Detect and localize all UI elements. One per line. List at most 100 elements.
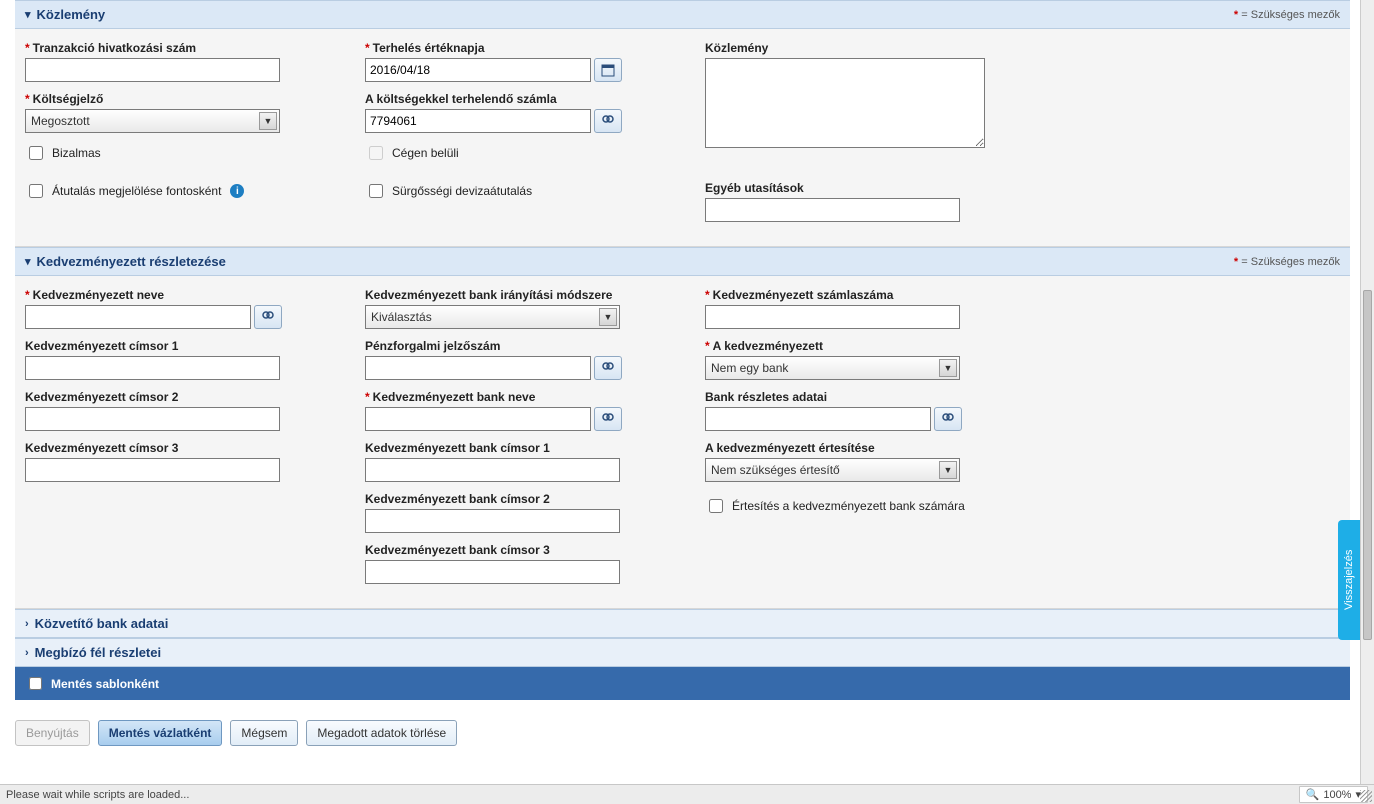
chevron-down-icon: ▼ (939, 359, 957, 377)
atutalas-fontos-row: Átutalás megjelölése fontosként i (25, 181, 335, 201)
save-as-template-checkbox[interactable] (29, 677, 42, 690)
label-ertesites: A kedvezményezett értesítése (705, 441, 1015, 455)
chevron-down-icon: ▾ (25, 8, 31, 21)
a-kedv-value: Nem egy bank (711, 361, 788, 375)
status-text: Please wait while scripts are loaded... (6, 789, 189, 801)
cegen-belul-label: Cégen belüli (392, 146, 459, 160)
scrollbar-thumb[interactable] (1363, 290, 1372, 640)
section-title: Közvetítő bank adatai (35, 616, 169, 631)
info-icon[interactable]: i (230, 184, 244, 198)
ertesites-bank-label: Értesítés a kedvezményezett bank számára (732, 499, 965, 513)
clear-button[interactable]: Megadott adatok törlése (306, 720, 457, 746)
search-icon[interactable] (594, 109, 622, 133)
cim1-input[interactable] (25, 356, 280, 380)
tranz-ref-input[interactable] (25, 58, 280, 82)
section-title: Megbízó fél részletei (35, 645, 161, 660)
a-kedv-select[interactable]: Nem egy bank ▼ (705, 356, 960, 380)
bizalmas-label: Bizalmas (52, 146, 101, 160)
cim3-input[interactable] (25, 458, 280, 482)
label-koltseg-szamla: A költségekkel terhelendő számla (365, 92, 675, 106)
chevron-down-icon: ▼ (599, 308, 617, 326)
section-header-kozlemeny[interactable]: ▾ Közlemény * = Szükséges mezők (15, 0, 1350, 29)
template-bar: Mentés sablonként (15, 667, 1350, 700)
ertesites-bank-checkbox[interactable] (709, 499, 723, 513)
ertesites-bank-row: Értesítés a kedvezményezett bank számára (705, 496, 1015, 516)
label-bank-reszletes: Bank részletes adatai (705, 390, 1015, 404)
section-body-kozlemeny: *Tranzakció hivatkozási szám *Költségjel… (15, 29, 1350, 247)
label-tranz-ref: *Tranzakció hivatkozási szám (25, 41, 335, 55)
main-scroll-area[interactable]: ▾ Közlemény * = Szükséges mezők *Tranzak… (0, 0, 1360, 784)
section-header-kedv[interactable]: ▾ Kedvezményezett részletezése * = Szüks… (15, 247, 1350, 276)
bank-reszletes-input[interactable] (705, 407, 931, 431)
section-title: Kedvezményezett részletezése (37, 254, 226, 269)
ertesites-select[interactable]: Nem szükséges értesítő ▼ (705, 458, 960, 482)
required-note: * = Szükséges mezők (1234, 256, 1340, 268)
feedback-tab[interactable]: Visszajelzés (1338, 520, 1360, 640)
bank-cim2-input[interactable] (365, 509, 620, 533)
search-icon[interactable] (934, 407, 962, 431)
cancel-button[interactable]: Mégsem (230, 720, 298, 746)
section-body-kedv: *Kedvezményezett neve Kedvezményezett cí… (15, 276, 1350, 609)
label-bank-neve: *Kedvezményezett bank neve (365, 390, 675, 404)
bank-irany-value: Kiválasztás (371, 310, 432, 324)
label-bank-cim2: Kedvezményezett bank címsor 2 (365, 492, 675, 506)
button-row: Benyújtás Mentés vázlatként Mégsem Megad… (15, 700, 1350, 776)
egyeb-input[interactable] (705, 198, 960, 222)
label-cim1: Kedvezményezett címsor 1 (25, 339, 335, 353)
bank-neve-input[interactable] (365, 407, 591, 431)
label-cim3: Kedvezményezett címsor 3 (25, 441, 335, 455)
bank-cim1-input[interactable] (365, 458, 620, 482)
label-bank-cim3: Kedvezményezett bank címsor 3 (365, 543, 675, 557)
kedv-nev-input[interactable] (25, 305, 251, 329)
search-icon[interactable] (594, 356, 622, 380)
submit-button: Benyújtás (15, 720, 90, 746)
cim2-input[interactable] (25, 407, 280, 431)
outer-scrollbar[interactable] (1360, 0, 1374, 784)
surgossegi-checkbox[interactable] (369, 184, 383, 198)
section-title: Közlemény (37, 7, 106, 22)
zoom-icon: 🔍 (1306, 788, 1320, 801)
label-terheles: *Terhelés értéknapja (365, 41, 675, 55)
status-bar: Please wait while scripts are loaded... … (0, 784, 1374, 804)
koltseg-szamla-input[interactable] (365, 109, 591, 133)
cegen-belul-checkbox (369, 146, 383, 160)
zoom-control[interactable]: 🔍 100% ▾ (1299, 786, 1368, 803)
chevron-down-icon: ▾ (25, 255, 31, 268)
save-as-template-label: Mentés sablonként (51, 677, 159, 691)
chevron-right-icon: › (25, 647, 29, 659)
bizalmas-checkbox-row: Bizalmas (25, 143, 335, 163)
search-icon[interactable] (254, 305, 282, 329)
label-bank-cim1: Kedvezményezett bank címsor 1 (365, 441, 675, 455)
section-header-kozvetito[interactable]: › Közvetítő bank adatai (15, 609, 1350, 638)
label-koltsegjelzo: *Költségjelző (25, 92, 335, 106)
label-szamlaszam: *Kedvezményezett számlaszáma (705, 288, 1015, 302)
terheles-input[interactable] (365, 58, 591, 82)
search-icon[interactable] (594, 407, 622, 431)
chevron-down-icon: ▼ (259, 112, 277, 130)
szamlaszam-input[interactable] (705, 305, 960, 329)
label-bank-irany: Kedvezményezett bank irányítási módszere (365, 288, 675, 302)
koltsegjelzo-select[interactable]: Megosztott ▼ (25, 109, 280, 133)
calendar-icon[interactable] (594, 58, 622, 82)
kozlemeny-textarea[interactable] (705, 58, 985, 148)
penzforgalmi-input[interactable] (365, 356, 591, 380)
ertesites-value: Nem szükséges értesítő (711, 463, 840, 477)
cegen-belul-row: Cégen belüli (365, 143, 675, 163)
resize-grip-icon[interactable] (1360, 790, 1372, 802)
atutalas-fontos-label: Átutalás megjelölése fontosként (52, 184, 221, 198)
chevron-right-icon: › (25, 618, 29, 630)
bank-irany-select[interactable]: Kiválasztás ▼ (365, 305, 620, 329)
label-kozlemeny: Közlemény (705, 41, 1015, 55)
chevron-down-icon: ▼ (939, 461, 957, 479)
label-a-kedv: *A kedvezményezett (705, 339, 1015, 353)
save-draft-button[interactable]: Mentés vázlatként (98, 720, 223, 746)
zoom-value: 100% (1323, 789, 1351, 801)
atutalas-fontos-checkbox[interactable] (29, 184, 43, 198)
section-header-megbizo[interactable]: › Megbízó fél részletei (15, 638, 1350, 667)
bank-cim3-input[interactable] (365, 560, 620, 584)
surgossegi-label: Sürgősségi devizaátutalás (392, 184, 532, 198)
label-egyeb: Egyéb utasítások (705, 181, 1015, 195)
koltsegjelzo-value: Megosztott (31, 114, 90, 128)
label-cim2: Kedvezményezett címsor 2 (25, 390, 335, 404)
bizalmas-checkbox[interactable] (29, 146, 43, 160)
